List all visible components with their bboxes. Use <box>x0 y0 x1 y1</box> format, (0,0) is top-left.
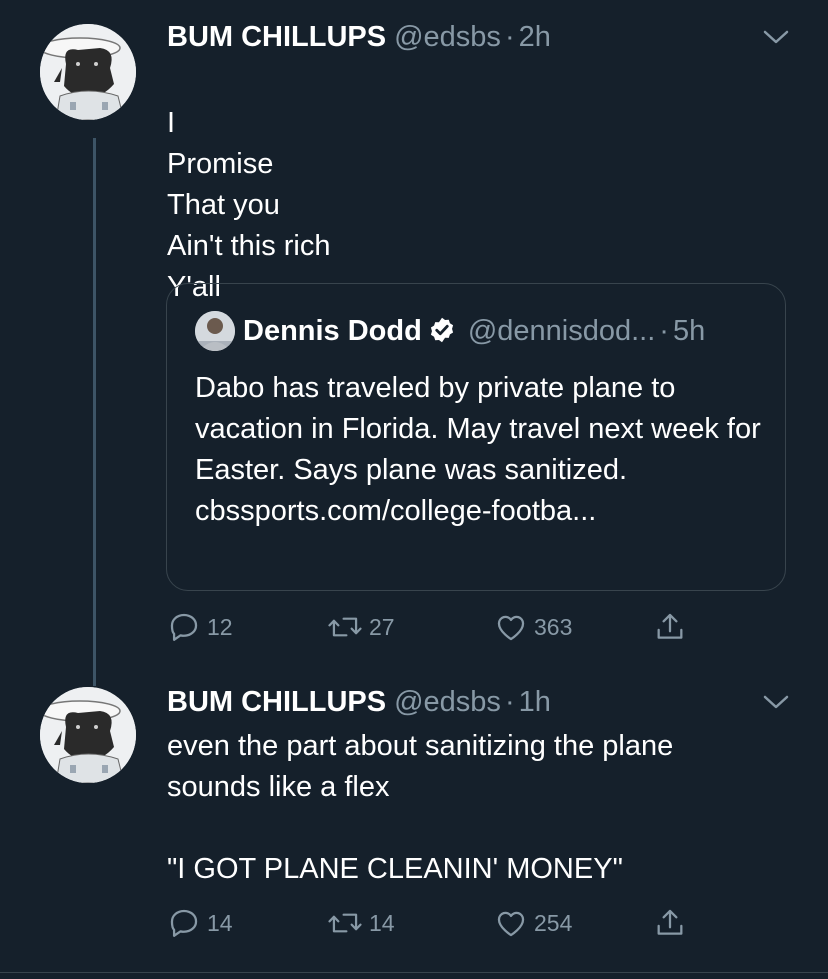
buffalo-avatar-image <box>40 687 136 783</box>
quoted-tweet-timestamp: 5h <box>672 315 706 347</box>
heart-icon <box>497 911 525 937</box>
retweet-icon <box>328 913 362 933</box>
like-count: 254 <box>534 909 573 936</box>
buffalo-avatar-image <box>40 24 136 120</box>
share-icon <box>657 909 683 935</box>
retweet-count: 14 <box>369 909 395 936</box>
tweet-header: BUM CHILLUPS @edsbs · 1h <box>167 682 551 722</box>
chevron-down-icon[interactable] <box>762 692 790 712</box>
tweet-text: I Promise That you Ain't this rich Y'all <box>167 107 331 303</box>
bottom-divider <box>0 972 828 973</box>
thread-connector-line <box>93 138 96 686</box>
share-icon <box>657 613 683 639</box>
avatar[interactable] <box>40 24 136 120</box>
share-button[interactable] <box>653 903 693 943</box>
reply-icon <box>170 613 198 641</box>
quoted-tweet-text: Dabo has traveled by private plane to va… <box>195 372 761 527</box>
reply-count: 14 <box>207 909 233 936</box>
author-handle[interactable]: @edsbs <box>394 686 501 718</box>
retweet-button[interactable]: 14 <box>327 903 395 943</box>
like-button[interactable]: 254 <box>494 903 572 943</box>
heart-icon <box>497 615 525 641</box>
reply-button[interactable]: 12 <box>167 607 233 647</box>
tweet-header: BUM CHILLUPS @edsbs · 2h <box>167 17 551 57</box>
quoted-tweet-header: Dennis Dodd @dennisdod... · 5h <box>243 309 705 353</box>
share-button[interactable] <box>653 607 693 647</box>
tweet-timestamp[interactable]: 1h <box>519 686 551 718</box>
chevron-down-icon[interactable] <box>762 27 790 47</box>
quoted-author-name: Dennis Dodd <box>243 315 422 347</box>
avatar[interactable] <box>40 687 136 783</box>
like-count: 363 <box>534 613 573 640</box>
tweet-timestamp[interactable]: 2h <box>519 21 551 53</box>
reply-button[interactable]: 14 <box>167 903 233 943</box>
retweet-count: 27 <box>369 613 395 640</box>
author-name[interactable]: BUM CHILLUPS <box>167 686 386 718</box>
quoted-author-avatar <box>195 311 235 351</box>
separator-dot: · <box>504 686 515 718</box>
reply-count: 12 <box>207 613 233 640</box>
tweet-actions: 14 14 254 <box>167 903 707 943</box>
like-button[interactable]: 363 <box>494 607 572 647</box>
reply-icon <box>170 909 198 937</box>
tweet-text: even the part about sanitizing the plane… <box>167 730 674 885</box>
author-name[interactable]: BUM CHILLUPS <box>167 21 386 53</box>
retweet-button[interactable]: 27 <box>327 607 395 647</box>
tweet-actions: 12 27 363 <box>167 607 707 647</box>
retweet-icon <box>328 617 362 637</box>
verified-badge-icon <box>430 318 453 343</box>
quoted-author-handle: @dennisdod... <box>467 315 656 347</box>
dennis-dodd-avatar-image <box>195 311 235 351</box>
author-handle[interactable]: @edsbs <box>394 21 501 53</box>
quoted-tweet[interactable]: Dennis Dodd @dennisdod... · 5h Dabo has tr… <box>166 283 786 591</box>
separator-dot: · <box>504 21 515 53</box>
separator-dot: · <box>659 315 669 347</box>
